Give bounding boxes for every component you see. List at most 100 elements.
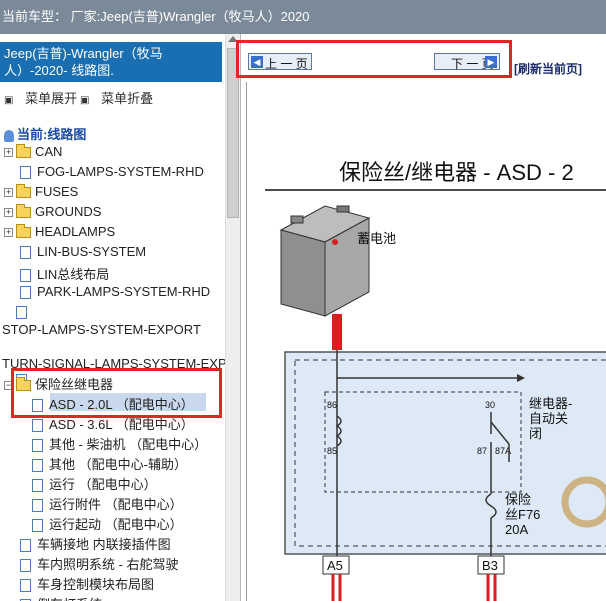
tree-item-label: CAN — [35, 144, 63, 159]
svg-text:85: 85 — [327, 446, 337, 456]
document-icon — [20, 539, 31, 553]
expand-icon[interactable]: + — [4, 228, 13, 238]
arrow-right-icon: ▶ — [485, 56, 497, 68]
tree-item[interactable]: 车辆接地 内联接插件图 — [4, 534, 171, 553]
tree-item[interactable]: 运行起动 （配电中心） — [16, 514, 183, 533]
svg-text:20A: 20A — [505, 522, 528, 537]
page-nav-bar: ◀ 上 一 页 下 一 页 ▶ [刷新当前页] — [242, 40, 606, 80]
user-icon — [4, 129, 14, 142]
collapse-icon[interactable]: − — [4, 381, 13, 391]
tree-item[interactable]: LIN总线布局 — [4, 264, 109, 283]
tree-item-label: FUSES — [35, 184, 79, 199]
document-icon — [32, 399, 43, 413]
tree-item-label: 运行起动 （配电中心） — [49, 517, 183, 532]
battery-label: 蓄电池 — [357, 231, 396, 246]
svg-text:丝F76: 丝F76 — [505, 507, 540, 522]
battery-icon — [279, 205, 371, 317]
content-panel: ◀ 上 一 页 下 一 页 ▶ [刷新当前页] 保险丝/继电器 - ASD - … — [242, 34, 606, 601]
tree-item[interactable]: 运行 （配电中心） — [16, 474, 157, 493]
tree-item[interactable]: TURN-SIGNAL-LAMPS-SYSTEM-EXP — [2, 356, 227, 371]
tree-item-label: TURN-SIGNAL-LAMPS-SYSTEM-EXP — [2, 356, 227, 371]
tree-item-label: LIN-BUS-SYSTEM — [37, 244, 147, 259]
connector-a5: A5 — [327, 558, 343, 573]
scroll-up-icon[interactable] — [228, 36, 238, 42]
tree-item-label: 运行 （配电中心） — [49, 477, 157, 492]
svg-text:自动关: 自动关 — [529, 411, 568, 426]
folder-icon — [16, 184, 31, 199]
expand-icon[interactable]: + — [4, 148, 13, 158]
tree-item-label: 车身控制模块布局图 — [37, 577, 155, 592]
tree-item[interactable]: 其他 （配电中心-辅助） — [16, 454, 187, 473]
arrow-left-icon: ◀ — [251, 56, 263, 68]
tree-item-label: STOP-LAMPS-SYSTEM-EXPORT — [2, 322, 201, 337]
scroll-thumb[interactable] — [227, 48, 239, 218]
tree-item-label: LIN总线布局 — [37, 267, 110, 282]
diagram-title: 保险丝/继电器 - ASD - 2 — [339, 160, 574, 185]
diagram-svg: 保险丝/继电器 - ASD - 2 蓄电池 86 85 30 87 87A 继电… — [265, 160, 606, 601]
tree-item-label: 保险丝继电器 — [35, 377, 114, 392]
expand-icon[interactable]: + — [4, 208, 13, 218]
folder-icon — [16, 144, 31, 159]
tree-item-label: 运行附件 （配电中心） — [49, 497, 183, 512]
expand-icon[interactable]: + — [4, 188, 13, 198]
document-icon — [20, 559, 31, 573]
connector-b3: B3 — [482, 558, 498, 573]
tree-item-label: ASD - 3.6L （配电中心） — [49, 417, 194, 432]
expand-menu-button[interactable]: ▣ 菜单展开 — [4, 88, 85, 107]
tree-item-label: 倒车灯系统 — [37, 597, 102, 601]
document-icon — [32, 439, 43, 453]
tree-item-label: 车内照明系统 - 右舵驾驶 — [37, 557, 179, 572]
tree-item[interactable]: + CAN — [4, 144, 62, 159]
tree-item-label: 车辆接地 内联接插件图 — [37, 537, 171, 552]
svg-text:继电器-: 继电器- — [529, 396, 572, 411]
document-icon — [32, 419, 43, 433]
tree-item[interactable]: PARK-LAMPS-SYSTEM-RHD — [4, 284, 211, 300]
tree-scrollbar[interactable] — [225, 34, 240, 601]
document-icon — [20, 166, 31, 180]
tree-item-label: HEADLAMPS — [35, 224, 116, 239]
tree-item[interactable]: FOG-LAMPS-SYSTEM-RHD — [4, 164, 204, 180]
svg-text:保险: 保险 — [505, 492, 531, 507]
tree-heading: Jeep(吉普)-Wrangler（牧马人）-2020- 线路图. — [0, 42, 222, 82]
tree-item[interactable]: ASD - 2.0L （配电中心） — [16, 394, 194, 413]
tree-item-doc[interactable] — [16, 304, 33, 320]
tree-item-label: 其他 （配电中心-辅助） — [49, 457, 187, 472]
tree-item[interactable]: + FUSES — [4, 184, 78, 199]
tree-item[interactable]: 运行附件 （配电中心） — [16, 494, 183, 513]
folder-icon — [16, 204, 31, 219]
left-panel: Jeep(吉普)-Wrangler（牧马人）-2020- 线路图. ▣ 菜单展开… — [0, 34, 241, 601]
document-icon — [20, 246, 31, 260]
tree-item[interactable]: 其他 - 柴油机 （配电中心） — [16, 434, 207, 453]
svg-text:87: 87 — [477, 446, 487, 456]
tree-item-label: GROUNDS — [35, 204, 102, 219]
vehicle-label: 当前车型： — [2, 9, 68, 24]
tree-item-label: FOG-LAMPS-SYSTEM-RHD — [37, 164, 204, 179]
document-icon — [20, 286, 31, 300]
refresh-page-link[interactable]: [刷新当前页] — [514, 60, 582, 77]
tree-item[interactable]: − 保险丝继电器 — [4, 374, 113, 393]
svg-text:86: 86 — [327, 400, 337, 410]
folder-icon — [16, 224, 31, 239]
document-icon — [16, 306, 27, 320]
tree-item[interactable]: + HEADLAMPS — [4, 224, 115, 239]
tree-item[interactable]: STOP-LAMPS-SYSTEM-EXPORT — [2, 322, 201, 337]
tree-item[interactable]: 倒车灯系统 — [4, 594, 102, 601]
document-icon — [32, 459, 43, 473]
tree-item[interactable]: 车身控制模块布局图 — [4, 574, 154, 593]
collapse-menu-button[interactable]: ▣ 菜单折叠 — [80, 88, 161, 107]
tree-current-heading: 当前:线路图 — [4, 124, 86, 143]
tree-item[interactable]: 车内照明系统 - 右舵驾驶 — [4, 554, 179, 573]
folder-open-icon — [16, 377, 31, 392]
document-icon — [20, 269, 31, 283]
tree-item-label: PARK-LAMPS-SYSTEM-RHD — [37, 284, 211, 299]
tree-item[interactable]: LIN-BUS-SYSTEM — [4, 244, 147, 260]
document-icon — [32, 479, 43, 493]
tree-item[interactable]: ASD - 3.6L （配电中心） — [16, 414, 194, 433]
prev-page-button[interactable]: ◀ 上 一 页 — [248, 53, 312, 71]
tree-item[interactable]: + GROUNDS — [4, 204, 101, 219]
svg-text:30: 30 — [485, 400, 495, 410]
tree-item-label: ASD - 2.0L （配电中心） — [49, 397, 194, 412]
document-icon — [32, 499, 43, 513]
next-page-button[interactable]: 下 一 页 ▶ — [434, 53, 500, 71]
top-bar: 当前车型： 厂家:Jeep(吉普)Wrangler（牧马人）2020 — [0, 0, 606, 34]
